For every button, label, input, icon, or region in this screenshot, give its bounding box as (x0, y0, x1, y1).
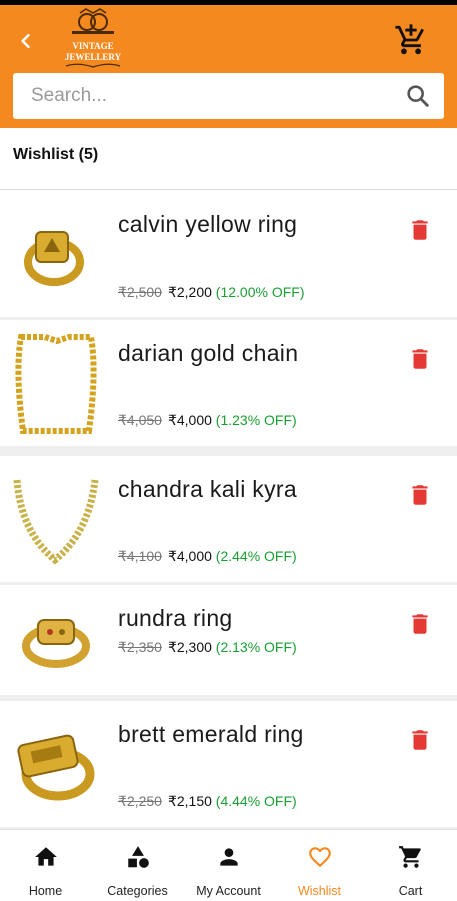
back-button[interactable] (14, 29, 38, 53)
search-bar (13, 73, 444, 119)
chain-icon (15, 334, 97, 434)
price-row: ₹2,250 ₹2,150 (4.44% OFF) (118, 793, 297, 810)
add-to-cart-icon[interactable] (394, 23, 428, 57)
price-row: ₹4,100 ₹4,000 (2.44% OFF) (118, 548, 297, 565)
product-image-ring[interactable] (10, 595, 102, 687)
search-icon[interactable] (404, 82, 432, 110)
wishlist-item[interactable]: rundra ring ₹2,350 ₹2,300 (2.13% OFF) (0, 585, 457, 695)
sale-price: ₹2,200 (167, 284, 212, 300)
ring-icon (22, 619, 90, 668)
nav-wishlist[interactable]: Wishlist (274, 830, 365, 901)
nav-my-account[interactable]: My Account (183, 830, 274, 901)
wishlist-header: Wishlist (5) (0, 128, 457, 190)
price-row: ₹2,350 ₹2,300 (2.13% OFF) (118, 639, 297, 656)
nav-categories[interactable]: Categories (92, 830, 183, 901)
categories-icon (127, 846, 149, 868)
account-icon (219, 848, 238, 866)
discount-label: (12.00% OFF) (215, 284, 305, 300)
sale-price: ₹2,300 (167, 639, 212, 655)
nav-cart[interactable]: Cart (365, 830, 456, 901)
product-name[interactable]: brett emerald ring (118, 715, 368, 753)
heart-icon (308, 847, 331, 868)
original-price: ₹4,050 (118, 412, 162, 428)
app-bar: VINTAGE JEWELLERY (0, 5, 457, 128)
product-name[interactable]: rundra ring (118, 599, 368, 637)
discount-label: (4.44% OFF) (215, 793, 297, 809)
price-row: ₹4,050 ₹4,000 (1.23% OFF) (118, 412, 297, 429)
product-name[interactable]: chandra kali kyra (118, 470, 368, 508)
chevron-left-icon (21, 33, 30, 49)
original-price: ₹4,100 (118, 548, 162, 564)
delete-icon[interactable] (407, 346, 433, 372)
delete-icon[interactable] (407, 611, 433, 637)
product-image-chain[interactable] (10, 330, 102, 436)
wishlist-list: calvin yellow ring ₹2,500 ₹2,200 (12.00% … (0, 191, 457, 829)
original-price: ₹2,500 (118, 284, 162, 300)
logo-text-line1: VINTAGE (72, 41, 113, 51)
product-name[interactable]: darian gold chain (118, 334, 368, 372)
original-price: ₹2,350 (118, 639, 162, 655)
discount-label: (2.13% OFF) (215, 639, 297, 655)
delete-icon[interactable] (407, 217, 433, 243)
wishlist-item[interactable]: brett emerald ring ₹2,250 ₹2,150 (4.44% O… (0, 701, 457, 827)
sale-price: ₹4,000 (167, 412, 212, 428)
sale-price: ₹4,000 (167, 548, 212, 564)
price-row: ₹2,500 ₹2,200 (12.00% OFF) (118, 284, 305, 301)
vintage-jewellery-logo: VINTAGE JEWELLERY (65, 8, 122, 68)
original-price: ₹2,250 (118, 793, 162, 809)
ring-icon (17, 734, 95, 801)
ring-icon (24, 231, 84, 286)
delete-icon[interactable] (407, 727, 433, 753)
product-image-ring[interactable] (10, 711, 102, 817)
nav-label: Home (28, 884, 63, 898)
product-image-chain-stone[interactable] (10, 466, 102, 572)
discount-label: (2.44% OFF) (215, 548, 297, 564)
search-input[interactable] (31, 85, 404, 107)
wishlist-item[interactable]: darian gold chain ₹4,050 ₹4,000 (1.23% OF… (0, 320, 457, 446)
chain-icon (13, 479, 99, 565)
product-name[interactable]: calvin yellow ring (118, 205, 368, 243)
nav-label: My Account (196, 884, 261, 898)
nav-home[interactable]: Home (0, 830, 91, 901)
product-image-ring[interactable] (10, 201, 102, 307)
wishlist-item[interactable]: chandra kali kyra ₹4,100 ₹4,000 (2.44% OF… (0, 456, 457, 582)
nav-label: Categories (107, 884, 168, 898)
nav-label: Cart (398, 884, 423, 898)
wishlist-item[interactable]: calvin yellow ring ₹2,500 ₹2,200 (12.00% … (0, 191, 457, 317)
sale-price: ₹2,150 (167, 793, 212, 809)
delete-icon[interactable] (407, 482, 433, 508)
logo-text-line2: JEWELLERY (65, 52, 122, 62)
cart-icon (398, 846, 421, 868)
bottom-navigation: Home Categories My Account Wishlist Cart (0, 829, 457, 900)
wishlist-title: Wishlist (5) (13, 146, 99, 163)
home-icon (34, 847, 57, 866)
nav-label: Wishlist (297, 884, 342, 898)
discount-label: (1.23% OFF) (215, 412, 297, 428)
